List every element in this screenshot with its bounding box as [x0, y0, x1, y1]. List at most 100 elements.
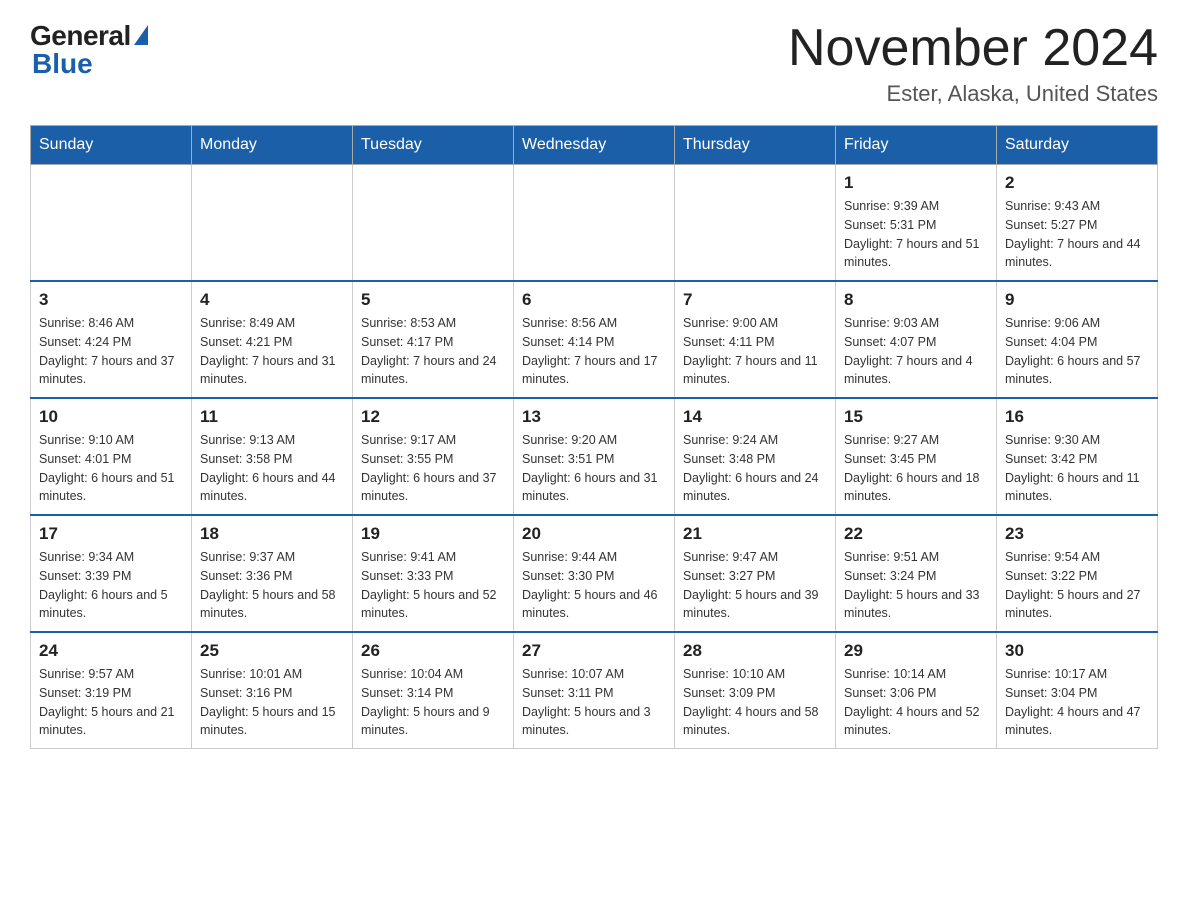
- calendar-cell: 24 Sunrise: 9:57 AM Sunset: 3:19 PM Dayli…: [31, 632, 192, 749]
- day-info: Sunrise: 9:03 AM Sunset: 4:07 PM Dayligh…: [844, 314, 988, 389]
- day-info: Sunrise: 9:41 AM Sunset: 3:33 PM Dayligh…: [361, 548, 505, 623]
- calendar-week-row-3: 10Sunrise: 9:10 AM Sunset: 4:01 PM Dayli…: [31, 398, 1158, 515]
- calendar-cell: 12 Sunrise: 9:17 AM Sunset: 3:55 PM Dayli…: [353, 398, 514, 515]
- calendar-week-row-1: 1 Sunrise: 9:39 AM Sunset: 5:31 PM Daylig…: [31, 165, 1158, 282]
- calendar-cell: 19 Sunrise: 9:41 AM Sunset: 3:33 PM Dayli…: [353, 515, 514, 632]
- calendar-header-thursday: Thursday: [675, 126, 836, 165]
- day-info: Sunrise: 9:27 AM Sunset: 3:45 PM Dayligh…: [844, 431, 988, 506]
- day-number: 16: [1005, 407, 1149, 427]
- calendar-header-sunday: Sunday: [31, 126, 192, 165]
- calendar-cell: 28 Sunrise: 10:10 AM Sunset: 3:09 PM Dayl…: [675, 632, 836, 749]
- day-info: Sunrise: 10:04 AM Sunset: 3:14 PM Daylig…: [361, 665, 505, 740]
- logo-triangle-icon: [134, 25, 148, 45]
- day-number: 2: [1005, 173, 1149, 193]
- calendar-cell: [353, 165, 514, 282]
- day-number: 6: [522, 290, 666, 310]
- day-info: Sunrise: 9:37 AM Sunset: 3:36 PM Dayligh…: [200, 548, 344, 623]
- day-number: 23: [1005, 524, 1149, 544]
- calendar-cell: 7 Sunrise: 9:00 AM Sunset: 4:11 PM Daylig…: [675, 281, 836, 398]
- calendar-cell: 3 Sunrise: 8:46 AM Sunset: 4:24 PM Daylig…: [31, 281, 192, 398]
- calendar-header-row: SundayMondayTuesdayWednesdayThursdayFrid…: [31, 126, 1158, 165]
- day-info: Sunrise: 10:01 AM Sunset: 3:16 PM Daylig…: [200, 665, 344, 740]
- calendar-cell: 15 Sunrise: 9:27 AM Sunset: 3:45 PM Dayli…: [836, 398, 997, 515]
- day-number: 11: [200, 407, 344, 427]
- day-number: 8: [844, 290, 988, 310]
- calendar-cell: 18 Sunrise: 9:37 AM Sunset: 3:36 PM Dayli…: [192, 515, 353, 632]
- day-info: Sunrise: 9:39 AM Sunset: 5:31 PM Dayligh…: [844, 197, 988, 272]
- day-info: Sunrise: 9:57 AM Sunset: 3:19 PM Dayligh…: [39, 665, 183, 740]
- day-info: Sunrise: 9:24 AM Sunset: 3:48 PM Dayligh…: [683, 431, 827, 506]
- day-info: Sunrise: 9:47 AM Sunset: 3:27 PM Dayligh…: [683, 548, 827, 623]
- day-number: 24: [39, 641, 183, 661]
- calendar-table: SundayMondayTuesdayWednesdayThursdayFrid…: [30, 125, 1158, 749]
- calendar-cell: 27 Sunrise: 10:07 AM Sunset: 3:11 PM Dayl…: [514, 632, 675, 749]
- day-info: Sunrise: 10:07 AM Sunset: 3:11 PM Daylig…: [522, 665, 666, 740]
- calendar-cell: 2 Sunrise: 9:43 AM Sunset: 5:27 PM Daylig…: [997, 165, 1158, 282]
- calendar-cell: 10Sunrise: 9:10 AM Sunset: 4:01 PM Dayli…: [31, 398, 192, 515]
- day-number: 30: [1005, 641, 1149, 661]
- calendar-week-row-4: 17Sunrise: 9:34 AM Sunset: 3:39 PM Dayli…: [31, 515, 1158, 632]
- calendar-cell: 1 Sunrise: 9:39 AM Sunset: 5:31 PM Daylig…: [836, 165, 997, 282]
- day-info: Sunrise: 10:17 AM Sunset: 3:04 PM Daylig…: [1005, 665, 1149, 740]
- day-info: Sunrise: 9:54 AM Sunset: 3:22 PM Dayligh…: [1005, 548, 1149, 623]
- day-number: 18: [200, 524, 344, 544]
- calendar-cell: 13 Sunrise: 9:20 AM Sunset: 3:51 PM Dayli…: [514, 398, 675, 515]
- calendar-cell: [514, 165, 675, 282]
- day-number: 21: [683, 524, 827, 544]
- day-info: Sunrise: 8:46 AM Sunset: 4:24 PM Dayligh…: [39, 314, 183, 389]
- calendar-cell: 30 Sunrise: 10:17 AM Sunset: 3:04 PM Dayl…: [997, 632, 1158, 749]
- calendar-week-row-5: 24 Sunrise: 9:57 AM Sunset: 3:19 PM Dayli…: [31, 632, 1158, 749]
- day-number: 7: [683, 290, 827, 310]
- day-info: Sunrise: 10:10 AM Sunset: 3:09 PM Daylig…: [683, 665, 827, 740]
- day-info: Sunrise: 9:17 AM Sunset: 3:55 PM Dayligh…: [361, 431, 505, 506]
- calendar-cell: [675, 165, 836, 282]
- day-number: 10: [39, 407, 183, 427]
- day-info: Sunrise: 8:53 AM Sunset: 4:17 PM Dayligh…: [361, 314, 505, 389]
- calendar-header-tuesday: Tuesday: [353, 126, 514, 165]
- day-number: 15: [844, 407, 988, 427]
- day-info: Sunrise: 9:43 AM Sunset: 5:27 PM Dayligh…: [1005, 197, 1149, 272]
- day-info: Sunrise: 9:06 AM Sunset: 4:04 PM Dayligh…: [1005, 314, 1149, 389]
- calendar-header-monday: Monday: [192, 126, 353, 165]
- location: Ester, Alaska, United States: [788, 81, 1158, 107]
- page-header: General Blue November 2024 Ester, Alaska…: [30, 20, 1158, 107]
- calendar-cell: 9Sunrise: 9:06 AM Sunset: 4:04 PM Daylig…: [997, 281, 1158, 398]
- calendar-header-friday: Friday: [836, 126, 997, 165]
- day-number: 13: [522, 407, 666, 427]
- calendar-cell: 11 Sunrise: 9:13 AM Sunset: 3:58 PM Dayli…: [192, 398, 353, 515]
- day-number: 27: [522, 641, 666, 661]
- calendar-cell: 21 Sunrise: 9:47 AM Sunset: 3:27 PM Dayli…: [675, 515, 836, 632]
- day-number: 25: [200, 641, 344, 661]
- day-info: Sunrise: 8:49 AM Sunset: 4:21 PM Dayligh…: [200, 314, 344, 389]
- calendar-cell: 20Sunrise: 9:44 AM Sunset: 3:30 PM Dayli…: [514, 515, 675, 632]
- calendar-cell: [192, 165, 353, 282]
- month-title: November 2024: [788, 20, 1158, 77]
- day-info: Sunrise: 9:13 AM Sunset: 3:58 PM Dayligh…: [200, 431, 344, 506]
- day-info: Sunrise: 9:00 AM Sunset: 4:11 PM Dayligh…: [683, 314, 827, 389]
- day-info: Sunrise: 9:20 AM Sunset: 3:51 PM Dayligh…: [522, 431, 666, 506]
- day-number: 14: [683, 407, 827, 427]
- day-number: 26: [361, 641, 505, 661]
- day-number: 1: [844, 173, 988, 193]
- calendar-cell: 4 Sunrise: 8:49 AM Sunset: 4:21 PM Daylig…: [192, 281, 353, 398]
- calendar-week-row-2: 3 Sunrise: 8:46 AM Sunset: 4:24 PM Daylig…: [31, 281, 1158, 398]
- calendar-cell: 6 Sunrise: 8:56 AM Sunset: 4:14 PM Daylig…: [514, 281, 675, 398]
- calendar-cell: 29 Sunrise: 10:14 AM Sunset: 3:06 PM Dayl…: [836, 632, 997, 749]
- logo-blue-text: Blue: [32, 48, 93, 80]
- day-number: 3: [39, 290, 183, 310]
- day-info: Sunrise: 9:30 AM Sunset: 3:42 PM Dayligh…: [1005, 431, 1149, 506]
- day-number: 17: [39, 524, 183, 544]
- day-number: 4: [200, 290, 344, 310]
- day-number: 20: [522, 524, 666, 544]
- calendar-cell: 25 Sunrise: 10:01 AM Sunset: 3:16 PM Dayl…: [192, 632, 353, 749]
- day-number: 28: [683, 641, 827, 661]
- day-number: 12: [361, 407, 505, 427]
- day-number: 19: [361, 524, 505, 544]
- day-info: Sunrise: 10:14 AM Sunset: 3:06 PM Daylig…: [844, 665, 988, 740]
- day-info: Sunrise: 8:56 AM Sunset: 4:14 PM Dayligh…: [522, 314, 666, 389]
- calendar-cell: 5Sunrise: 8:53 AM Sunset: 4:17 PM Daylig…: [353, 281, 514, 398]
- calendar-cell: 16 Sunrise: 9:30 AM Sunset: 3:42 PM Dayli…: [997, 398, 1158, 515]
- calendar-cell: 17Sunrise: 9:34 AM Sunset: 3:39 PM Dayli…: [31, 515, 192, 632]
- day-number: 29: [844, 641, 988, 661]
- logo: General Blue: [30, 20, 148, 80]
